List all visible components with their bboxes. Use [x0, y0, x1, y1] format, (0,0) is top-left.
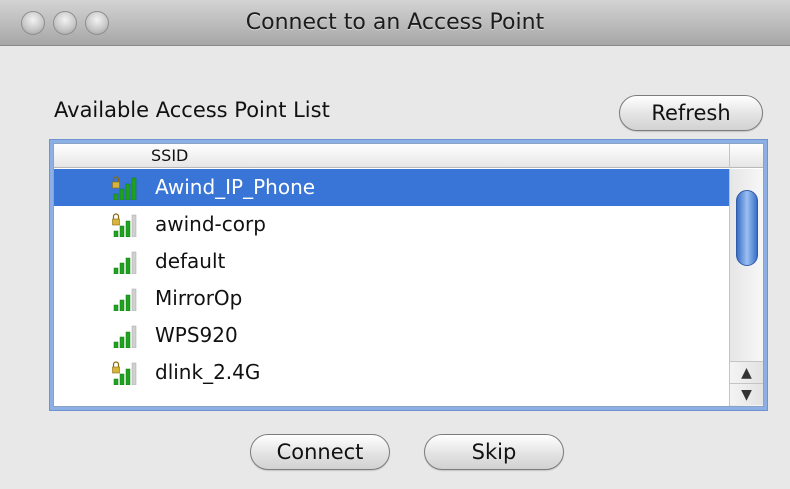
title-bar: Connect to an Access Point — [0, 0, 790, 46]
wifi-signal-icon — [112, 213, 137, 237]
ssid-label: default — [155, 249, 226, 273]
access-point-list[interactable]: SSID Awind_IP_Phone awind-corp default Mirr… — [53, 143, 764, 407]
lock-icon — [112, 176, 120, 189]
refresh-button[interactable]: Refresh — [619, 95, 763, 131]
lock-icon — [112, 361, 120, 374]
wifi-signal-icon — [113, 288, 137, 311]
connect-dialog: Connect to an Access Point Available Acc… — [0, 0, 790, 489]
scroll-up-arrow-icon[interactable]: ▲ — [730, 361, 763, 383]
access-point-row[interactable]: MirrorOp — [54, 280, 729, 317]
ssid-label: dlink_2.4G — [155, 360, 261, 384]
wifi-signal-icon — [113, 325, 137, 348]
access-point-row[interactable]: dlink_2.4G — [54, 354, 729, 391]
access-point-row[interactable]: default — [54, 243, 729, 280]
list-header: SSID — [54, 144, 763, 168]
access-point-list-label: Available Access Point List — [54, 98, 330, 122]
ssid-label: awind-corp — [155, 212, 266, 236]
scrollbar-thumb[interactable] — [736, 190, 758, 266]
ssid-label: MirrorOp — [155, 286, 243, 310]
vertical-scrollbar[interactable]: ▲ ▼ — [729, 169, 763, 406]
lock-icon — [112, 213, 120, 226]
access-point-row[interactable]: WPS920 — [54, 317, 729, 354]
skip-button[interactable]: Skip — [424, 434, 564, 470]
ssid-label: Awind_IP_Phone — [155, 175, 316, 199]
access-point-row[interactable]: Awind_IP_Phone — [54, 169, 729, 206]
access-point-rows: Awind_IP_Phone awind-corp default MirrorOp W… — [54, 169, 729, 391]
window-title: Connect to an Access Point — [245, 10, 545, 35]
wifi-signal-icon — [112, 176, 137, 200]
connect-button[interactable]: Connect — [250, 434, 390, 470]
scroll-down-arrow-icon[interactable]: ▼ — [730, 383, 763, 405]
access-point-row[interactable]: awind-corp — [54, 206, 729, 243]
ssid-column-header[interactable]: SSID — [151, 144, 188, 168]
wifi-signal-icon — [112, 361, 137, 385]
column-divider — [729, 144, 730, 168]
wifi-signal-icon — [113, 251, 137, 274]
ssid-label: WPS920 — [155, 323, 238, 347]
